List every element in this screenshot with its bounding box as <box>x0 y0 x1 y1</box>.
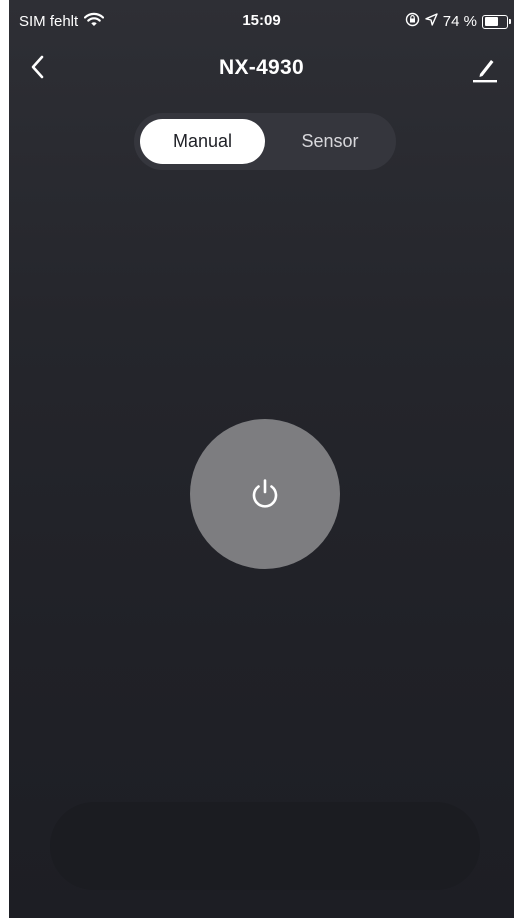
battery-fill <box>484 17 498 26</box>
status-bar: SIM fehlt 15:09 74 % <box>9 0 514 42</box>
mode-option-manual[interactable]: Manual <box>140 119 265 164</box>
mode-option-sensor[interactable]: Sensor <box>270 119 390 164</box>
status-right: 74 % <box>405 12 511 31</box>
power-icon <box>252 479 278 508</box>
page-title: NX-4930 <box>219 56 304 79</box>
power-button[interactable] <box>190 419 340 569</box>
pencil-icon <box>473 60 497 83</box>
battery-percent: 74 % <box>442 13 477 30</box>
nav-bar: NX-4930 <box>9 44 514 92</box>
app-screen: SIM fehlt 15:09 74 % NX-4930 Manual Sens… <box>9 0 514 918</box>
location-arrow-icon <box>425 13 438 30</box>
mode-toggle: Manual Sensor <box>134 113 396 170</box>
edit-button[interactable] <box>470 52 500 84</box>
battery-icon <box>482 14 511 29</box>
orientation-lock-icon <box>405 12 420 31</box>
bottom-panel <box>50 802 480 890</box>
